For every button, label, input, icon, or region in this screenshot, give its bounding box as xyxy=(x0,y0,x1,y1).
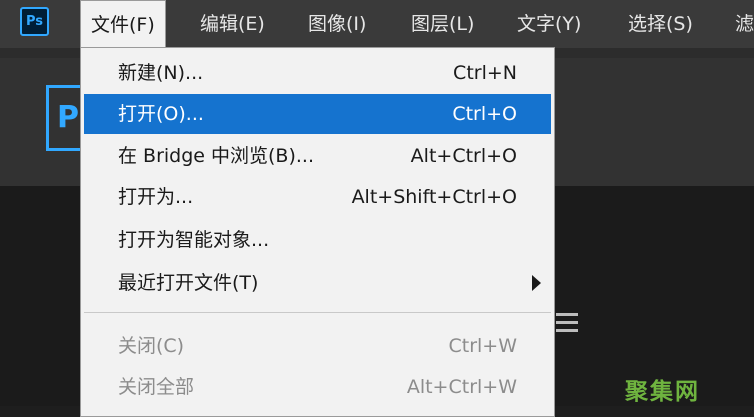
menu-select[interactable]: 选择(S) xyxy=(628,0,693,48)
menu-filter[interactable]: 滤 xyxy=(735,0,754,48)
menu-item-close-all[interactable]: 关闭全部 Alt+Ctrl+W xyxy=(84,367,551,407)
hamburger-menu-icon[interactable] xyxy=(556,313,578,337)
menu-item-close[interactable]: 关闭(C) Ctrl+W xyxy=(84,326,551,366)
menu-item-shortcut: Alt+Shift+Ctrl+O xyxy=(351,186,517,208)
menu-item-shortcut: Ctrl+W xyxy=(448,335,517,357)
menu-item-open-as[interactable]: 打开为... Alt+Shift+Ctrl+O xyxy=(84,177,551,217)
menu-bar: Ps 文件(F) 编辑(E) 图像(I) 图层(L) 文字(Y) 选择(S) 滤 xyxy=(0,0,754,48)
menu-item-open-recent[interactable]: 最近打开文件(T) xyxy=(84,263,551,303)
menu-item-label: 在 Bridge 中浏览(B)... xyxy=(118,145,314,167)
menu-item-label: 最近打开文件(T) xyxy=(118,272,259,294)
photoshop-logo[interactable]: Ps xyxy=(20,7,49,36)
menu-image[interactable]: 图像(I) xyxy=(308,0,366,48)
menu-item-label: 打开为智能对象... xyxy=(118,229,270,251)
menu-item-shortcut: Alt+Ctrl+O xyxy=(410,145,517,167)
menu-item-shortcut: Alt+Ctrl+W xyxy=(406,376,517,398)
menu-edit[interactable]: 编辑(E) xyxy=(200,0,265,48)
submenu-arrow-icon xyxy=(532,275,541,291)
menu-item-shortcut: Ctrl+N xyxy=(453,62,517,84)
menu-file[interactable]: 文件(F) xyxy=(80,0,166,48)
menu-item-label: 关闭全部 xyxy=(118,376,195,398)
watermark: 聚集网 xyxy=(625,379,700,405)
menu-item-browse-bridge[interactable]: 在 Bridge 中浏览(B)... Alt+Ctrl+O xyxy=(84,136,551,176)
menu-layer[interactable]: 图层(L) xyxy=(411,0,474,48)
menu-item-open[interactable]: 打开(O)... Ctrl+O xyxy=(84,94,551,134)
menu-item-label: 新建(N)... xyxy=(118,62,204,84)
menu-item-shortcut: Ctrl+O xyxy=(452,103,517,125)
menu-item-open-smart-object[interactable]: 打开为智能对象... xyxy=(84,220,551,260)
menu-item-label: 打开为... xyxy=(118,186,194,208)
menu-separator xyxy=(84,312,551,313)
menu-item-label: 关闭(C) xyxy=(118,335,185,357)
menu-item-new[interactable]: 新建(N)... Ctrl+N xyxy=(84,53,551,93)
ps-large-logo: P xyxy=(46,85,82,151)
menu-item-label: 打开(O)... xyxy=(118,103,204,125)
menu-type[interactable]: 文字(Y) xyxy=(517,0,581,48)
file-menu-dropdown: 新建(N)... Ctrl+N 打开(O)... Ctrl+O 在 Bridge… xyxy=(80,47,555,417)
